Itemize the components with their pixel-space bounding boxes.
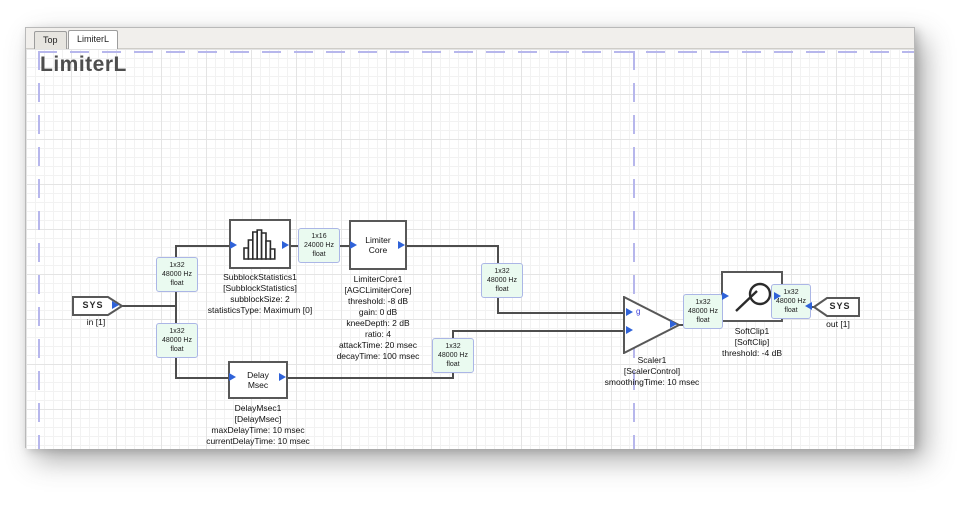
block-inner-text: Delay bbox=[247, 370, 269, 380]
output-arrow-icon bbox=[398, 241, 405, 249]
output-arrow-icon bbox=[774, 292, 781, 300]
wire[interactable] bbox=[406, 245, 499, 247]
block-inner-text: Msec bbox=[248, 380, 268, 390]
gain-pin-label: g bbox=[636, 307, 640, 316]
output-pad-label: out [1] bbox=[808, 319, 868, 329]
sys-output-pad[interactable]: SYS bbox=[812, 297, 860, 317]
gain-input-arrow-icon bbox=[626, 308, 633, 316]
pin-type-badge[interactable]: 1x3248000 Hzfloat bbox=[481, 263, 523, 298]
wire[interactable] bbox=[175, 377, 231, 379]
pin-type-badge[interactable]: 1x3248000 Hzfloat bbox=[156, 323, 198, 358]
page-title: LimiterL bbox=[40, 53, 127, 77]
wire[interactable] bbox=[452, 330, 627, 332]
block-label-softclip: SoftClip1 [SoftClip] threshold: -4 dB bbox=[667, 326, 837, 359]
designer-window: Top LimiterL LimiterL SYS bbox=[25, 27, 915, 448]
input-arrow-icon bbox=[112, 301, 119, 309]
wire[interactable] bbox=[497, 312, 627, 314]
boundary-dash-left bbox=[38, 51, 40, 449]
input-arrow-icon bbox=[229, 373, 236, 381]
pin-type-badge[interactable]: 1x1624000 Hzfloat bbox=[298, 228, 340, 263]
input-arrow-icon bbox=[722, 292, 729, 300]
page-boundary-dash bbox=[633, 51, 635, 449]
softclip-curve-icon bbox=[729, 277, 775, 317]
output-arrow-icon bbox=[279, 373, 286, 381]
wire[interactable] bbox=[287, 377, 454, 379]
histogram-icon bbox=[240, 226, 280, 262]
input-arrow-icon bbox=[230, 241, 237, 249]
diagram-canvas[interactable]: LimiterL SYS in [1] bbox=[26, 49, 914, 449]
boundary-dash-top bbox=[38, 51, 914, 53]
input-arrow-icon bbox=[350, 241, 357, 249]
pin-type-badge[interactable]: 1x3248000 Hzfloat bbox=[432, 338, 474, 373]
block-label-scaler: Scaler1 [ScalerControl] smoothingTime: 1… bbox=[567, 355, 737, 388]
output-arrow-icon bbox=[670, 320, 677, 328]
pin-type-badge[interactable]: 1x3248000 Hzfloat bbox=[156, 257, 198, 292]
pin-type-badge[interactable]: 1x3248000 Hzfloat bbox=[683, 294, 723, 329]
block-label-delaymsec: DelayMsec1 [DelayMsec] maxDelayTime: 10 … bbox=[173, 403, 343, 447]
block-inner-text: Limiter bbox=[365, 235, 391, 245]
tab-limiterl[interactable]: LimiterL bbox=[68, 30, 118, 49]
output-pad-arrow-icon bbox=[805, 302, 812, 310]
input-pad-label: in [1] bbox=[66, 317, 126, 327]
block-inner-text: Core bbox=[369, 245, 387, 255]
tab-bar: Top LimiterL bbox=[26, 28, 914, 49]
wire[interactable] bbox=[122, 305, 176, 307]
output-pad-name: SYS bbox=[812, 297, 860, 316]
tab-top[interactable]: Top bbox=[34, 31, 67, 49]
output-arrow-icon bbox=[282, 241, 289, 249]
input-arrow-icon bbox=[626, 326, 633, 334]
wire[interactable] bbox=[175, 245, 231, 247]
